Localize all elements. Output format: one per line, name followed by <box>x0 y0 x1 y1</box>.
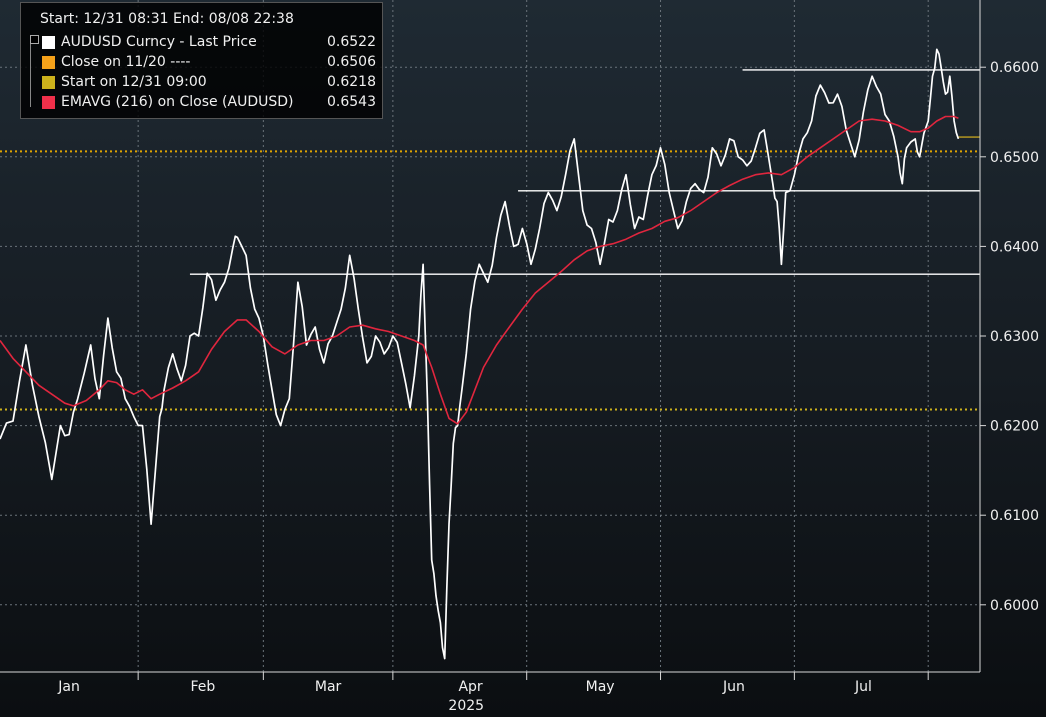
series-lines <box>0 48 960 660</box>
y-tick-label: 0.6400 <box>990 239 1039 255</box>
y-tick-label: 0.6000 <box>990 598 1039 614</box>
x-month-label: Jun <box>722 679 745 695</box>
x-month-label: Feb <box>191 679 216 695</box>
legend-item-label: EMAVG (216) on Close (AUDUSD) <box>61 94 294 110</box>
y-tick-label: 0.6300 <box>990 329 1039 345</box>
legend-collapse-box[interactable] <box>30 35 39 44</box>
legend-item-value: 0.6218 <box>327 74 376 90</box>
y-tick-label: 0.6500 <box>990 150 1039 166</box>
x-year-label: 2025 <box>448 698 484 714</box>
y-tick-label: 0.6600 <box>990 60 1039 76</box>
legend-item-value: 0.6506 <box>327 54 376 70</box>
x-month-label: Jul <box>854 679 872 695</box>
legend-item-last-price[interactable]: AUDUSD Curncy - Last Price 0.6522 <box>40 34 378 52</box>
legend-item-label: AUDUSD Curncy - Last Price <box>61 34 257 50</box>
y-tick-label: 0.6200 <box>990 419 1039 435</box>
legend-swatch <box>42 36 55 49</box>
reference-lines <box>0 69 980 411</box>
legend-swatch <box>42 56 55 69</box>
legend-date-range: Start: 12/31 08:31 End: 08/08 22:38 <box>40 11 294 27</box>
chart-legend: Start: 12/31 08:31 End: 08/08 22:38 AUDU… <box>20 2 383 119</box>
legend-item-value: 0.6543 <box>327 94 376 110</box>
legend-swatch <box>42 96 55 109</box>
price-series-line <box>0 48 960 660</box>
legend-item-close-1120[interactable]: Close on 11/20 ---- 0.6506 <box>40 54 378 72</box>
legend-item-start-1231[interactable]: Start on 12/31 09:00 0.6218 <box>40 74 378 92</box>
legend-item-emavg[interactable]: EMAVG (216) on Close (AUDUSD) 0.6543 <box>40 94 378 112</box>
legend-swatch <box>42 76 55 89</box>
x-month-label: Apr <box>458 679 482 695</box>
x-month-label: Jan <box>57 679 80 695</box>
legend-item-label: Close on 11/20 ---- <box>61 54 191 70</box>
x-month-label: Mar <box>315 679 342 695</box>
ema-series-line <box>0 115 959 425</box>
x-month-label: May <box>586 679 615 695</box>
y-tick-label: 0.6100 <box>990 508 1039 524</box>
legend-item-value: 0.6522 <box>327 34 376 50</box>
legend-item-label: Start on 12/31 09:00 <box>61 74 207 90</box>
